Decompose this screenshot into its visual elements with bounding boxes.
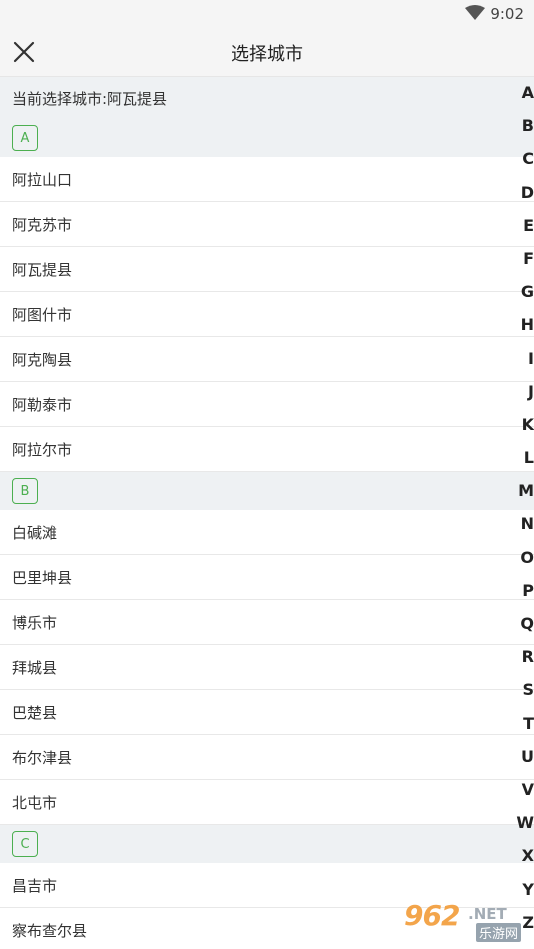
index-letter[interactable]: U bbox=[521, 746, 534, 779]
section-header-b: B bbox=[0, 472, 534, 510]
index-letter[interactable]: A bbox=[522, 82, 534, 115]
city-item[interactable]: 白碱滩 bbox=[0, 510, 534, 555]
index-letter[interactable]: H bbox=[521, 314, 534, 347]
wifi-icon bbox=[465, 5, 485, 25]
index-letter[interactable]: O bbox=[520, 547, 534, 580]
index-letter[interactable]: R bbox=[522, 646, 534, 679]
city-item[interactable]: 布尔津县 bbox=[0, 735, 534, 780]
city-item[interactable]: 巴里坤县 bbox=[0, 555, 534, 600]
index-letter[interactable]: T bbox=[523, 713, 534, 746]
city-item[interactable]: 北屯市 bbox=[0, 780, 534, 825]
index-letter[interactable]: N bbox=[521, 513, 534, 546]
city-item[interactable]: 拜城县 bbox=[0, 645, 534, 690]
city-item[interactable]: 阿克苏市 bbox=[0, 202, 534, 247]
city-item[interactable]: 阿图什市 bbox=[0, 292, 534, 337]
watermark-suffix: .NET bbox=[468, 905, 507, 923]
page-title: 选择城市 bbox=[231, 44, 303, 65]
status-time: 9:02 bbox=[490, 5, 524, 23]
city-item[interactable]: 博乐市 bbox=[0, 600, 534, 645]
alphabet-index-bar[interactable]: A B C D E F G H I J K L M N O P Q R S T … bbox=[516, 82, 534, 945]
city-item[interactable]: 阿瓦提县 bbox=[0, 247, 534, 292]
index-letter[interactable]: D bbox=[521, 182, 534, 215]
status-bar: 9:02 bbox=[0, 0, 534, 28]
index-letter[interactable]: F bbox=[523, 248, 534, 281]
section-badge: C bbox=[12, 831, 38, 857]
index-letter[interactable]: X bbox=[522, 845, 534, 878]
index-letter[interactable]: K bbox=[522, 414, 534, 447]
city-list[interactable]: 当前选择城市:阿瓦提县 A 阿拉山口 阿克苏市 阿瓦提县 阿图什市 阿克陶县 阿… bbox=[0, 77, 534, 949]
city-item[interactable]: 阿拉山口 bbox=[0, 157, 534, 202]
current-city-bar: 当前选择城市:阿瓦提县 bbox=[0, 77, 534, 119]
watermark-subtitle: 乐游网 bbox=[476, 923, 522, 942]
index-letter[interactable]: E bbox=[523, 215, 534, 248]
index-letter[interactable]: G bbox=[521, 281, 534, 314]
index-letter[interactable]: V bbox=[522, 779, 534, 812]
index-letter[interactable]: W bbox=[516, 812, 534, 845]
section-badge: A bbox=[12, 125, 38, 151]
index-letter[interactable]: P bbox=[522, 580, 534, 613]
current-city-text: 当前选择城市:阿瓦提县 bbox=[12, 89, 168, 108]
index-letter[interactable]: I bbox=[528, 348, 534, 381]
section-header-a: A bbox=[0, 119, 534, 157]
app-header: 选择城市 bbox=[0, 28, 534, 77]
index-letter[interactable]: C bbox=[522, 148, 534, 181]
index-letter[interactable]: S bbox=[522, 679, 534, 712]
city-item[interactable]: 巴楚县 bbox=[0, 690, 534, 735]
section-header-c: C bbox=[0, 825, 534, 863]
index-letter[interactable]: J bbox=[528, 381, 534, 414]
watermark-logo: 962 .NET 乐游网 bbox=[398, 899, 530, 943]
city-item[interactable]: 阿克陶县 bbox=[0, 337, 534, 382]
watermark-number: 962 bbox=[404, 899, 460, 932]
index-letter[interactable]: M bbox=[518, 480, 534, 513]
index-letter[interactable]: Q bbox=[520, 613, 534, 646]
city-item[interactable]: 阿勒泰市 bbox=[0, 382, 534, 427]
city-item[interactable]: 阿拉尔市 bbox=[0, 427, 534, 472]
section-badge: B bbox=[12, 478, 38, 504]
index-letter[interactable]: B bbox=[522, 115, 534, 148]
index-letter[interactable]: L bbox=[524, 447, 534, 480]
